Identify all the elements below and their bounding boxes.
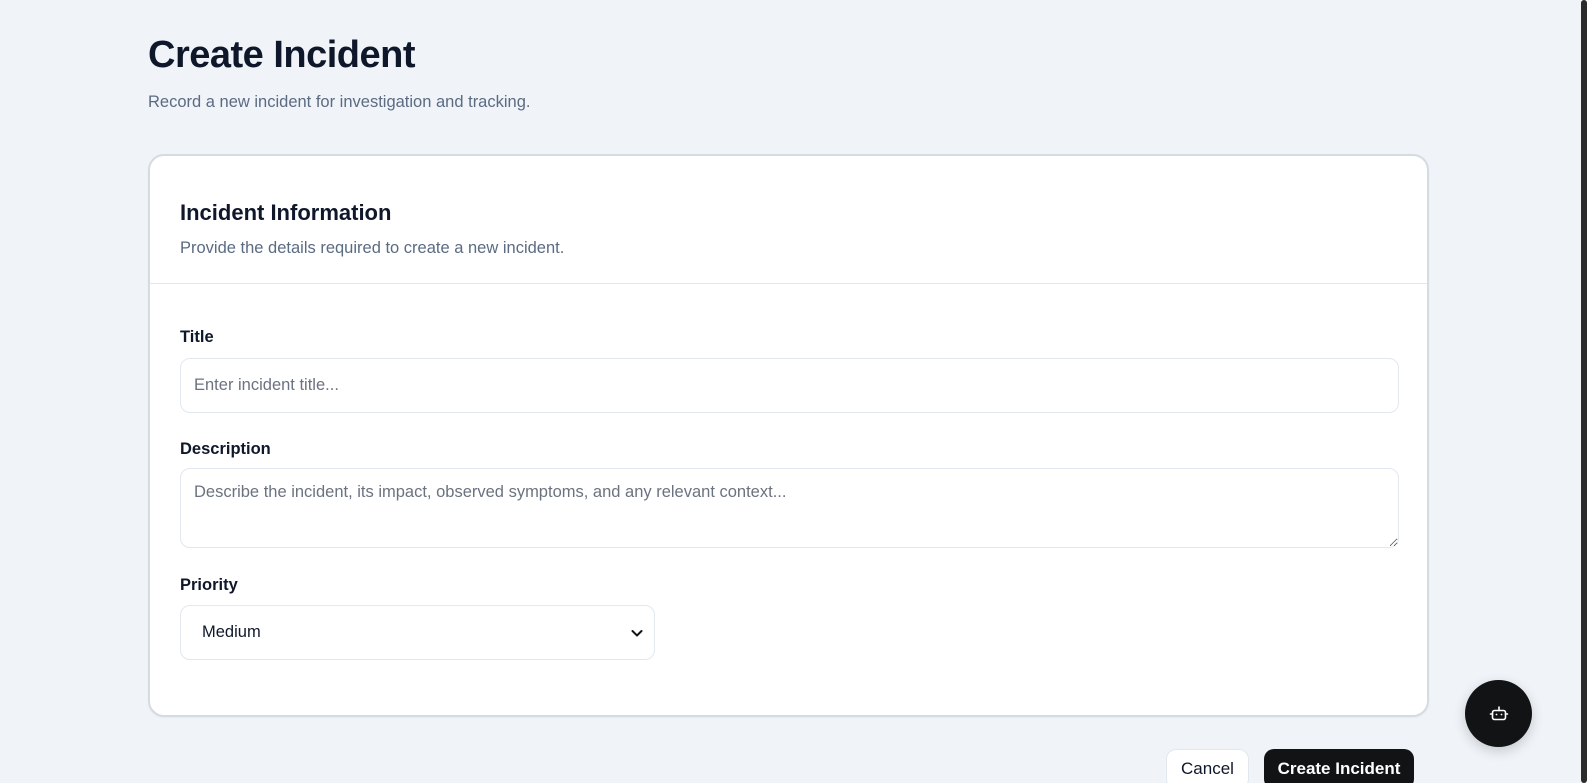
card-title: Incident Information [180,200,392,225]
priority-selected-value: Medium [202,623,261,641]
chevron-down-icon [630,626,644,640]
card-description: Provide the details required to create a… [180,239,565,257]
title-label: Title [180,328,214,346]
incident-form-card: Incident Information Provide the details… [148,154,1429,717]
page: Create Incident Record a new incident fo… [0,0,1587,783]
description-label: Description [180,440,271,458]
scrollbar-thumb[interactable] [1581,0,1587,783]
page-subtitle: Record a new incident for investigation … [148,93,531,111]
title-input[interactable] [180,358,1399,413]
priority-label: Priority [180,576,238,594]
card-header: Incident Information Provide the details… [150,156,1427,284]
assistant-fab-button[interactable] [1465,680,1532,747]
priority-select[interactable]: Medium [180,605,655,660]
description-textarea[interactable] [180,468,1399,548]
scrollbar-track[interactable] [1569,0,1587,783]
cancel-button[interactable]: Cancel [1166,749,1249,783]
create-incident-button[interactable]: Create Incident [1264,749,1414,783]
page-title: Create Incident [148,34,416,76]
bot-icon [1489,704,1509,724]
